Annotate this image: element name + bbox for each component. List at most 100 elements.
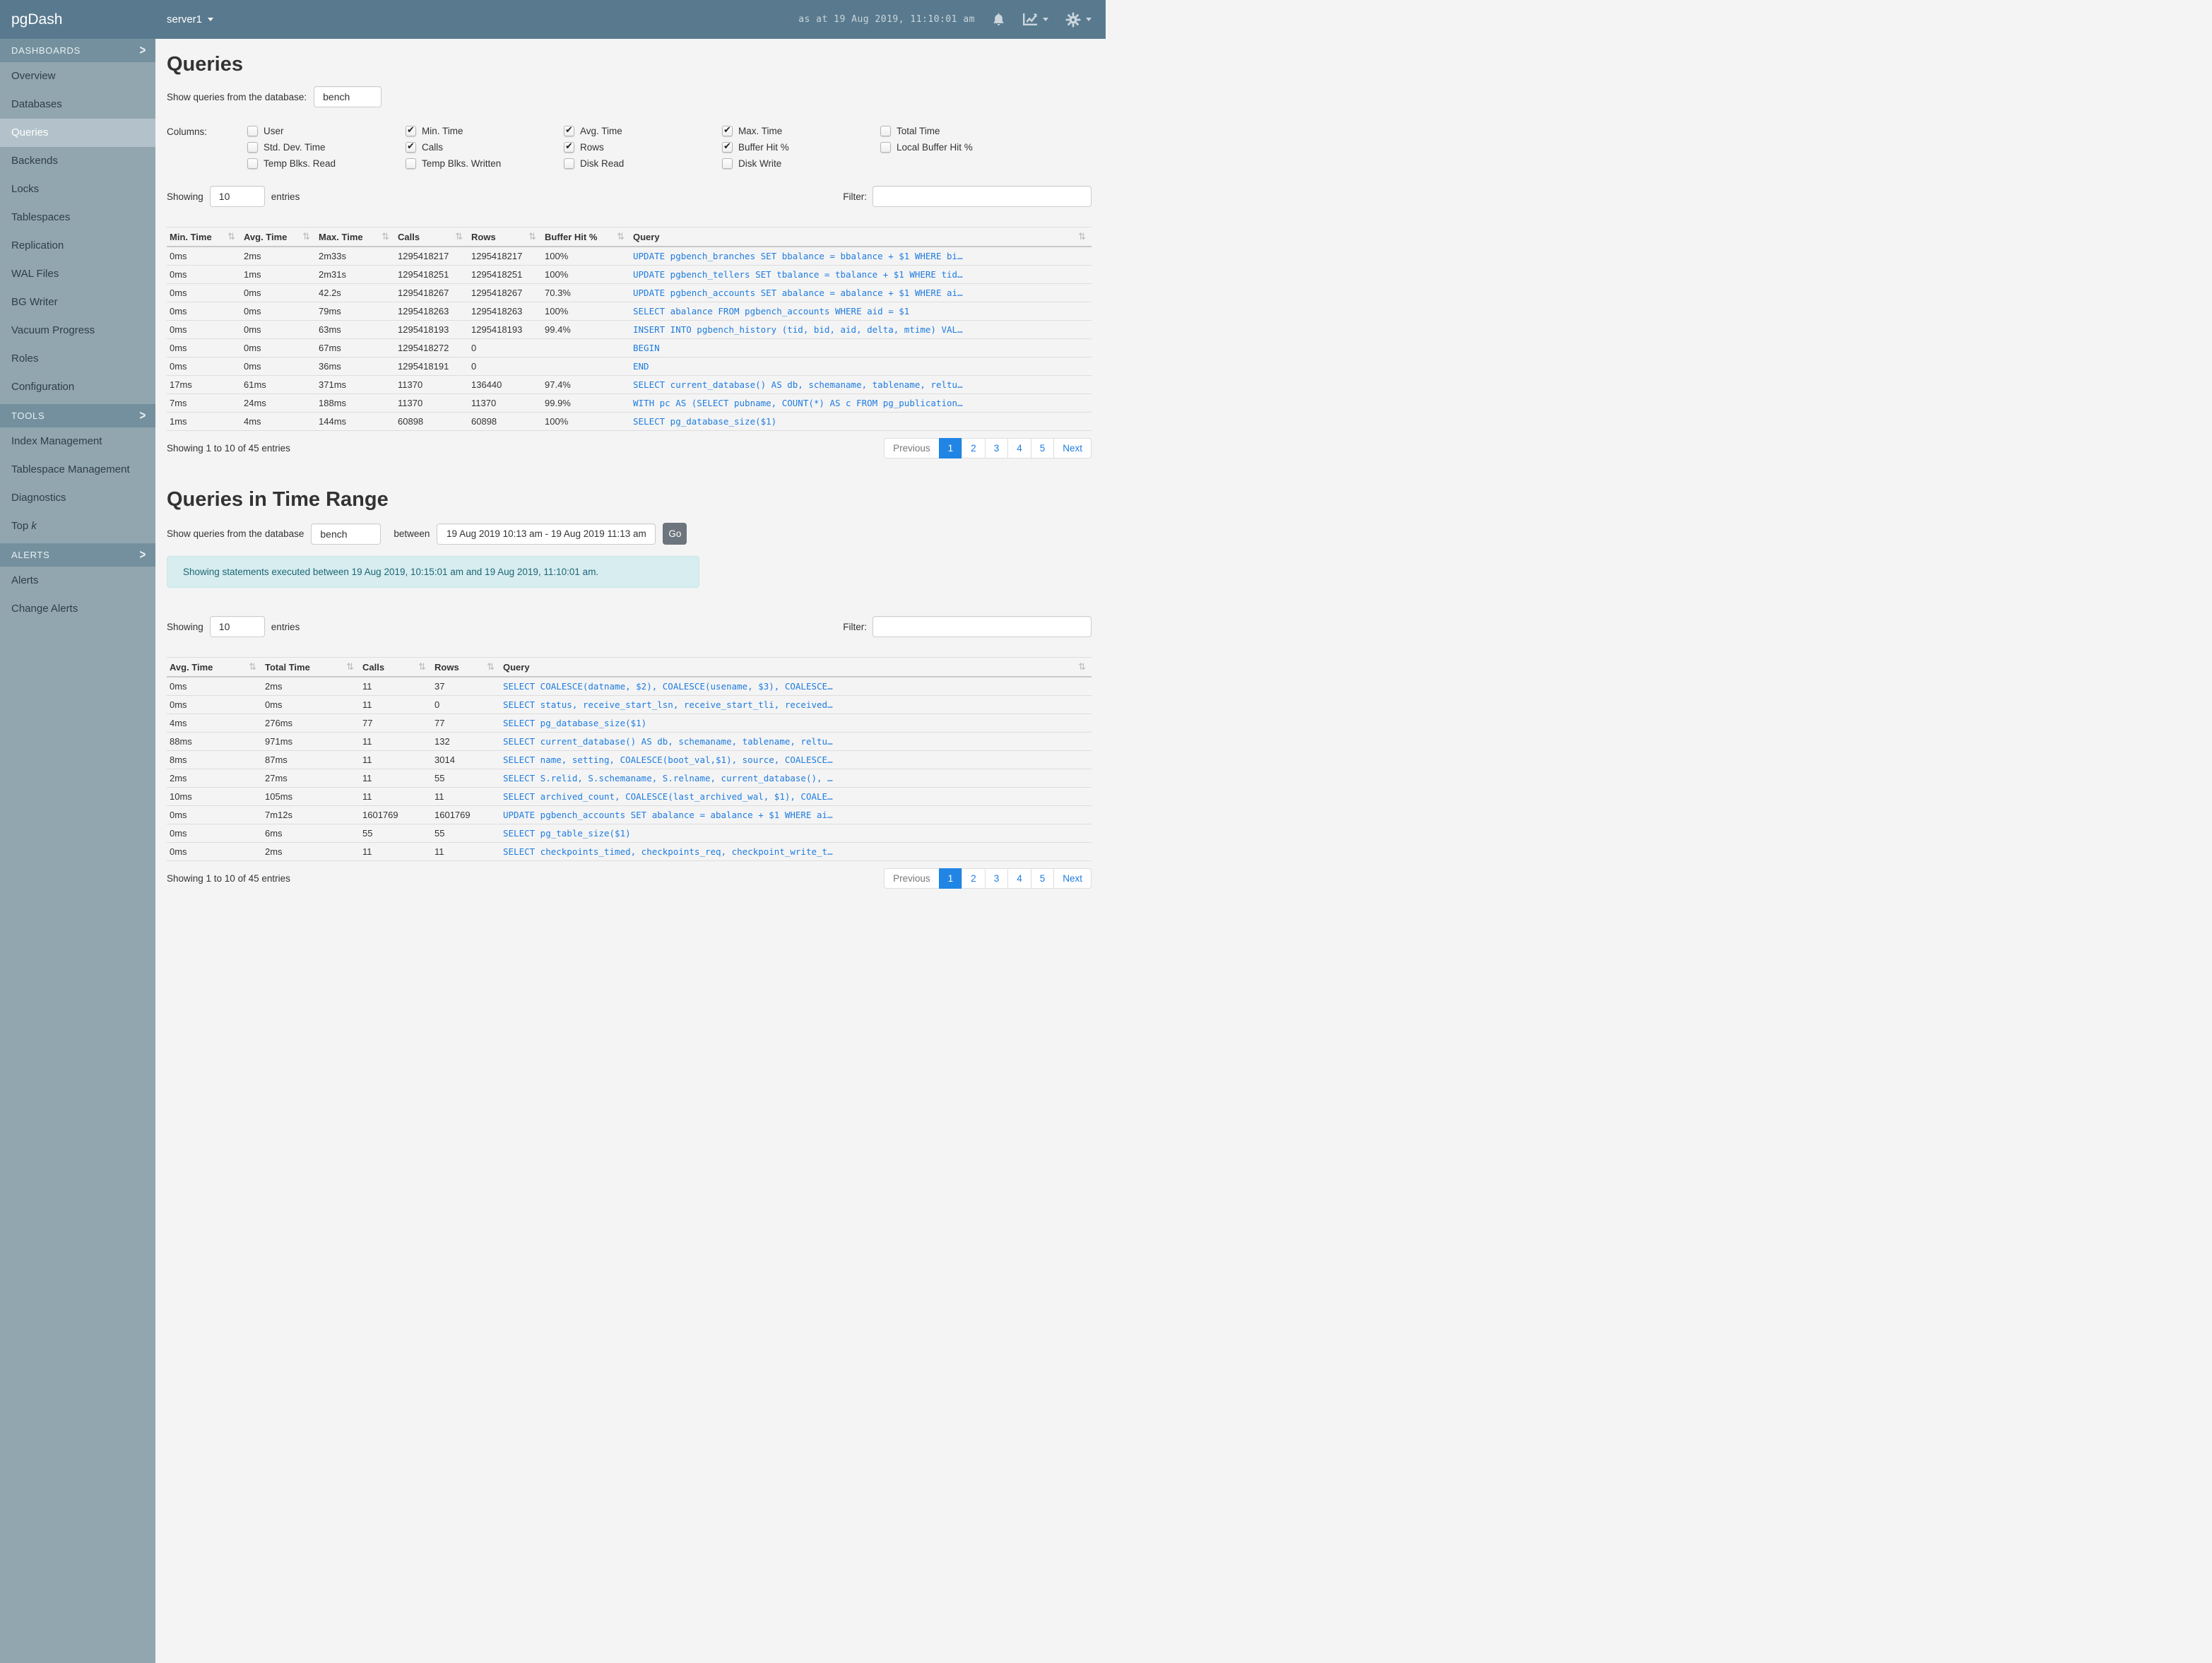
checkbox-checked-icon[interactable] [564,124,574,136]
pagination-page-2[interactable]: 2 [962,868,986,889]
sidebar-item-replication[interactable]: Replication [0,232,155,260]
column-header-avg-time[interactable]: Avg. Time ⇅ [167,657,262,677]
column-header-buffer-hit[interactable]: Buffer Hit % ⇅ [542,227,630,247]
column-header-query[interactable]: Query ⇅ [630,227,1092,247]
query-link[interactable]: SELECT abalance FROM pgbench_accounts WH… [633,306,909,316]
query-link[interactable]: SELECT name, setting, COALESCE(boot_val,… [503,754,833,765]
sort-icon[interactable]: ⇅ [346,661,354,673]
query-link[interactable]: SELECT current_database() AS db, scheman… [633,379,963,390]
checkbox-checked-icon[interactable] [722,141,733,153]
pagination-previous[interactable]: Previous [884,438,940,458]
sidebar-item-databases[interactable]: Databases [0,90,155,119]
pagination-page-1[interactable]: 1 [938,868,963,889]
column-header-total-time[interactable]: Total Time ⇅ [262,657,360,677]
database-input[interactable] [314,86,382,107]
sidebar-item-change-alerts[interactable]: Change Alerts [0,595,155,623]
sidebar-item-wal-files[interactable]: WAL Files [0,260,155,288]
pagination-page-3[interactable]: 3 [984,438,1009,458]
date-range-input[interactable] [437,523,656,545]
column-toggle-disk-write[interactable]: Disk Write [722,158,880,169]
column-toggle-calls[interactable]: Calls [406,141,564,153]
query-link[interactable]: SELECT pg_database_size($1) [503,718,646,728]
sort-icon[interactable]: ⇅ [382,231,389,242]
checkbox-checked-icon[interactable] [406,124,416,136]
query-link[interactable]: INSERT INTO pgbench_history (tid, bid, a… [633,324,963,335]
query-link[interactable]: END [633,361,649,372]
sidebar-item-diagnostics[interactable]: Diagnostics [0,484,155,512]
query-link[interactable]: SELECT archived_count, COALESCE(last_arc… [503,791,833,802]
column-toggle-rows[interactable]: Rows [564,141,722,153]
sort-icon[interactable]: ⇅ [249,661,256,673]
checkbox-unchecked-icon[interactable] [247,126,258,136]
column-toggle-local-buffer-hit[interactable]: Local Buffer Hit % [880,142,1039,153]
sidebar-item-tablespace-management[interactable]: Tablespace Management [0,456,155,484]
sidebar-item-queries[interactable]: Queries [0,119,155,147]
query-link[interactable]: SELECT pg_database_size($1) [633,416,776,427]
sidebar-item-top-k[interactable]: Top k [0,512,155,540]
column-header-avg-time[interactable]: Avg. Time ⇅ [241,227,316,247]
checkbox-checked-icon[interactable] [722,124,733,136]
column-toggle-max-time[interactable]: Max. Time [722,124,880,136]
query-link[interactable]: UPDATE pgbench_tellers SET tbalance = tb… [633,269,963,280]
column-toggle-buffer-hit[interactable]: Buffer Hit % [722,141,880,153]
go-button[interactable]: Go [663,523,687,545]
pagination-page-2[interactable]: 2 [962,438,986,458]
column-header-rows[interactable]: Rows ⇅ [468,227,542,247]
settings-menu-button[interactable] [1065,12,1092,28]
filter-input[interactable] [873,616,1092,637]
sidebar-item-bg-writer[interactable]: BG Writer [0,288,155,316]
query-link[interactable]: SELECT checkpoints_timed, checkpoints_re… [503,846,833,857]
sidebar-item-vacuum-progress[interactable]: Vacuum Progress [0,316,155,345]
query-link[interactable]: SELECT current_database() AS db, scheman… [503,736,833,747]
column-header-max-time[interactable]: Max. Time ⇅ [316,227,395,247]
pagination-previous[interactable]: Previous [884,868,940,889]
column-toggle-std-dev-time[interactable]: Std. Dev. Time [247,142,406,153]
pagination-page-3[interactable]: 3 [984,868,1009,889]
checkbox-unchecked-icon[interactable] [247,142,258,153]
sort-icon[interactable]: ⇅ [418,661,426,673]
query-link[interactable]: WITH pc AS (SELECT pubname, COUNT(*) AS … [633,398,963,408]
pagination-page-4[interactable]: 4 [1007,438,1031,458]
column-header-query[interactable]: Query ⇅ [500,657,1092,677]
query-link[interactable]: SELECT COALESCE(datname, $2), COALESCE(u… [503,681,833,692]
entries-count-input[interactable] [209,616,265,637]
notifications-button[interactable] [992,12,1005,27]
sort-icon[interactable]: ⇅ [227,231,235,242]
pagination-page-5[interactable]: 5 [1030,868,1055,889]
pagination-page-1[interactable]: 1 [938,438,963,458]
checkbox-unchecked-icon[interactable] [880,142,891,153]
sidebar-item-roles[interactable]: Roles [0,345,155,373]
app-logo[interactable]: pgDash [11,0,62,39]
sidebar-section-header-tools[interactable]: TOOLS > [0,404,155,427]
query-link[interactable]: UPDATE pgbench_accounts SET abalance = a… [503,810,833,820]
sidebar-item-locks[interactable]: Locks [0,175,155,203]
pagination-page-5[interactable]: 5 [1030,438,1055,458]
sort-icon[interactable]: ⇅ [528,231,536,242]
sidebar-item-configuration[interactable]: Configuration [0,373,155,401]
filter-input[interactable] [873,186,1092,207]
checkbox-unchecked-icon[interactable] [880,126,891,136]
column-toggle-temp-blks-written[interactable]: Temp Blks. Written [406,158,564,169]
checkbox-checked-icon[interactable] [406,141,416,153]
sort-icon[interactable]: ⇅ [455,231,463,242]
sidebar-item-tablespaces[interactable]: Tablespaces [0,203,155,232]
sidebar-section-header-dashboards[interactable]: DASHBOARDS > [0,39,155,62]
checkbox-unchecked-icon[interactable] [722,158,733,169]
sort-icon[interactable]: ⇅ [487,661,495,673]
column-toggle-total-time[interactable]: Total Time [880,126,1039,136]
query-link[interactable]: BEGIN [633,343,660,353]
sort-icon[interactable]: ⇅ [617,231,625,242]
pagination-page-4[interactable]: 4 [1007,868,1031,889]
column-header-min-time[interactable]: Min. Time ⇅ [167,227,241,247]
sidebar-item-overview[interactable]: Overview [0,62,155,90]
column-toggle-min-time[interactable]: Min. Time [406,124,564,136]
query-link[interactable]: SELECT pg_table_size($1) [503,828,631,839]
pagination-next[interactable]: Next [1053,868,1092,889]
column-header-calls[interactable]: Calls ⇅ [395,227,468,247]
checkbox-unchecked-icon[interactable] [406,158,416,169]
sidebar-item-alerts[interactable]: Alerts [0,567,155,595]
entries-count-input[interactable] [209,186,265,207]
query-link[interactable]: SELECT S.relid, S.schemaname, S.relname,… [503,773,833,783]
sidebar-item-index-management[interactable]: Index Management [0,427,155,456]
checkbox-unchecked-icon[interactable] [247,158,258,169]
